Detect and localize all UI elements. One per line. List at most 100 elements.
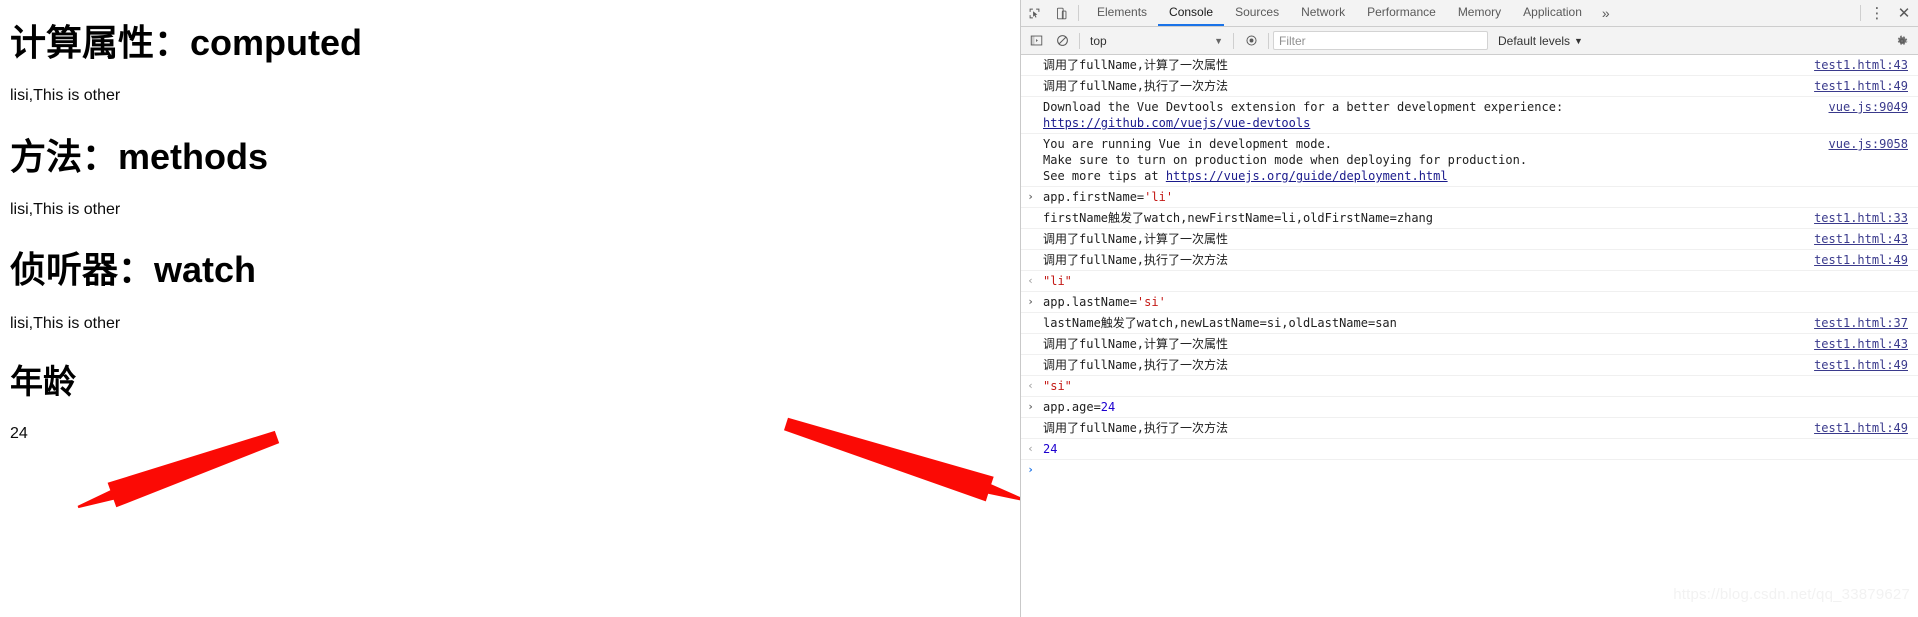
clear-console-icon[interactable] xyxy=(1049,28,1075,54)
console-message[interactable]: › app.age=24 xyxy=(1021,397,1918,418)
tab-elements[interactable]: Elements xyxy=(1086,0,1158,26)
console-message[interactable]: 调用了fullName,执行了一次方法 test1.html:49 xyxy=(1021,418,1918,439)
message-source-link[interactable]: test1.html:33 xyxy=(1800,210,1918,226)
section-heading: 计算属性：computed xyxy=(10,22,363,63)
chevron-down-icon: ▼ xyxy=(1574,35,1583,46)
console-message[interactable]: You are running Vue in development mode.… xyxy=(1021,134,1918,187)
message-text: "li" xyxy=(1040,273,1918,289)
console-message[interactable]: lastName触发了watch,newLastName=si,oldLastN… xyxy=(1021,313,1918,334)
live-expression-icon[interactable] xyxy=(1238,28,1264,54)
console-message[interactable]: ‹ "si" xyxy=(1021,376,1918,397)
code-value-token: 24 xyxy=(1100,400,1116,414)
console-message[interactable]: 调用了fullName,执行了一次方法 test1.html:49 xyxy=(1021,355,1918,376)
message-text: 调用了fullName,计算了一次属性 xyxy=(1043,232,1229,246)
console-message[interactable]: › app.firstName='li' xyxy=(1021,187,1918,208)
filterbar-divider xyxy=(1079,32,1080,49)
code-expression: app.lastName= xyxy=(1043,295,1137,309)
code-value-token: "si" xyxy=(1043,379,1072,393)
message-source-link[interactable]: test1.html:49 xyxy=(1800,357,1918,373)
section-heading: 侦听器：watch xyxy=(10,249,257,291)
close-icon[interactable]: ✕ xyxy=(1890,0,1918,26)
inspect-element-icon[interactable] xyxy=(1021,0,1048,26)
message-source-link[interactable]: test1.html:49 xyxy=(1800,420,1918,436)
page-section: 侦听器：watch lisi,This is other xyxy=(10,249,1010,333)
console-message[interactable]: 调用了fullName,计算了一次属性 test1.html:43 xyxy=(1021,334,1918,355)
console-link[interactable]: https://vuejs.org/guide/deployment.html xyxy=(1166,169,1448,183)
page-section: 方法：methods lisi,This is other xyxy=(10,136,1010,220)
message-text: 调用了fullName,执行了一次方法 xyxy=(1043,79,1229,93)
tab-console[interactable]: Console xyxy=(1158,0,1225,26)
message-source-link[interactable]: test1.html:49 xyxy=(1800,78,1918,94)
device-toolbar-icon[interactable] xyxy=(1048,0,1075,26)
code-value-token: 'si' xyxy=(1136,295,1166,309)
message-gutter-icon: › xyxy=(1027,190,1034,203)
filter-input[interactable] xyxy=(1273,31,1488,50)
tab-memory[interactable]: Memory xyxy=(1447,0,1512,26)
toolbar-divider-right xyxy=(1860,5,1861,21)
console-link[interactable]: https://github.com/vuejs/vue-devtools xyxy=(1043,116,1310,130)
more-tabs-button[interactable]: » xyxy=(1593,0,1619,26)
page-section: 计算属性：computed lisi,This is other xyxy=(10,22,1010,106)
devtools-panel: Elements Console Sources Network Performance… xyxy=(1020,0,1918,617)
toolbar-right-group: ⋮ ✕ xyxy=(1857,0,1918,26)
message-source-link[interactable]: vue.js:9058 xyxy=(1815,136,1918,152)
message-source-link[interactable]: test1.html:49 xyxy=(1800,252,1918,268)
message-gutter-icon: › xyxy=(1027,295,1034,308)
tab-performance[interactable]: Performance xyxy=(1356,0,1447,26)
chevron-down-icon: ▼ xyxy=(1214,35,1223,46)
message-text: firstName触发了watch,newFirstName=li,oldFir… xyxy=(1043,211,1434,225)
log-levels-selector[interactable]: Default levels ▼ xyxy=(1498,34,1583,48)
message-text: 24 xyxy=(1040,441,1918,457)
message-source-link[interactable]: vue.js:9049 xyxy=(1815,99,1918,115)
console-message[interactable]: 调用了fullName,计算了一次属性 test1.html:43 xyxy=(1021,55,1918,76)
message-text: app.firstName='li' xyxy=(1040,189,1918,205)
tab-application[interactable]: Application xyxy=(1512,0,1593,26)
message-text: app.age=24 xyxy=(1040,399,1918,415)
console-message[interactable]: › app.lastName='si' xyxy=(1021,292,1918,313)
message-text: 调用了fullName,计算了一次属性 xyxy=(1043,58,1229,72)
execution-context-label: top xyxy=(1090,33,1107,48)
message-text: 调用了fullName,执行了一次方法 xyxy=(1043,421,1229,435)
kebab-menu-icon[interactable]: ⋮ xyxy=(1864,0,1890,26)
message-gutter-icon: ‹ xyxy=(1027,442,1034,455)
devtools-toolbar: Elements Console Sources Network Performance… xyxy=(1021,0,1918,27)
message-source-link[interactable]: test1.html:37 xyxy=(1800,315,1918,331)
devtools-tab-list: Elements Console Sources Network Performance… xyxy=(1086,0,1593,26)
screenshot-root: 计算属性：computed lisi,This is other 方法：method… xyxy=(0,0,1918,617)
message-gutter-icon: › xyxy=(1027,400,1034,413)
filterbar-divider-3 xyxy=(1268,32,1269,49)
console-message[interactable]: firstName触发了watch,newFirstName=li,oldFir… xyxy=(1021,208,1918,229)
message-text: You are running Vue in development mode.… xyxy=(1043,137,1528,183)
message-text: "si" xyxy=(1040,378,1918,394)
console-message[interactable]: Download the Vue Devtools extension for … xyxy=(1021,97,1918,134)
console-message[interactable]: › xyxy=(1021,460,1918,480)
code-expression: app.firstName= xyxy=(1043,190,1145,204)
gear-icon[interactable] xyxy=(1888,28,1916,54)
section-heading: 方法：methods xyxy=(10,135,269,177)
message-gutter-icon: ‹ xyxy=(1027,274,1034,287)
console-message[interactable]: ‹ "li" xyxy=(1021,271,1918,292)
tab-sources[interactable]: Sources xyxy=(1224,0,1290,26)
console-message[interactable]: 调用了fullName,执行了一次方法 test1.html:49 xyxy=(1021,76,1918,97)
message-source-link[interactable]: test1.html:43 xyxy=(1800,336,1918,352)
tab-network[interactable]: Network xyxy=(1290,0,1356,26)
console-message[interactable]: 调用了fullName,执行了一次方法 test1.html:49 xyxy=(1021,250,1918,271)
filterbar-divider-2 xyxy=(1233,32,1234,49)
message-gutter-icon: ‹ xyxy=(1027,379,1034,392)
console-message-list[interactable]: 调用了fullName,计算了一次属性 test1.html:43 调用了fullN… xyxy=(1021,55,1918,617)
message-gutter-icon: › xyxy=(1027,463,1034,476)
message-source-link[interactable]: test1.html:43 xyxy=(1800,231,1918,247)
console-sidebar-icon[interactable] xyxy=(1023,28,1049,54)
console-message[interactable]: ‹ 24 xyxy=(1021,439,1918,460)
toolbar-divider xyxy=(1078,5,1079,21)
message-text: app.lastName='si' xyxy=(1040,294,1918,310)
section-text: lisi,This is other xyxy=(10,87,121,105)
watermark: https://blog.csdn.net/qq_33879627 xyxy=(1673,586,1910,603)
execution-context-selector[interactable]: top ▼ xyxy=(1084,34,1229,48)
console-filter-bar: top ▼ Default levels ▼ xyxy=(1021,27,1918,55)
code-expression: app.age= xyxy=(1043,400,1101,414)
code-value-token: 'li' xyxy=(1144,190,1174,204)
message-source-link[interactable]: test1.html:43 xyxy=(1800,57,1918,73)
message-text: 调用了fullName,执行了一次方法 xyxy=(1043,253,1229,267)
console-message[interactable]: 调用了fullName,计算了一次属性 test1.html:43 xyxy=(1021,229,1918,250)
